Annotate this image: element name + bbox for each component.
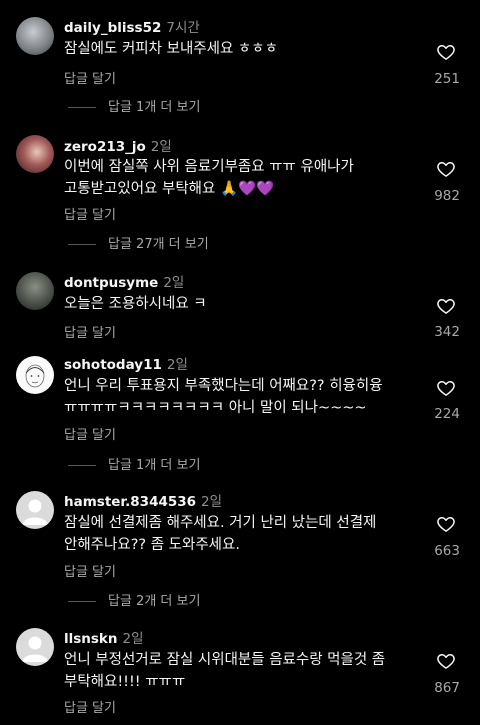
- sketch-face-icon: [25, 364, 45, 388]
- comment-text: 잠실에도 커피차 보내주세요 ㅎㅎㅎ: [64, 41, 278, 57]
- user-avatar[interactable]: [16, 17, 54, 55]
- reply-button[interactable]: 답글 달기: [64, 68, 116, 87]
- default-profile-icon: [22, 499, 48, 525]
- username[interactable]: llsnskn: [64, 631, 118, 647]
- reply-button[interactable]: 답글 달기: [64, 424, 116, 443]
- reply-button[interactable]: 답글 달기: [64, 561, 116, 580]
- divider-line: [68, 601, 96, 602]
- comment-text: 잠실에 선결제좀 해주세요. 거기 난리 났는데 선결제 안해주나요?? 좀 도…: [64, 515, 382, 553]
- comment-text: 언니 우리 투표용지 부족했다는데 어째요?? 히융히융 ㅠㅠㅠㅠㅋㅋㅋㅋㅋㅋㅋ…: [64, 378, 388, 416]
- reply-button[interactable]: 답글 달기: [64, 204, 116, 223]
- username[interactable]: daily_bliss52: [64, 20, 161, 36]
- username[interactable]: dontpusyme: [64, 275, 158, 291]
- user-avatar[interactable]: [16, 628, 54, 666]
- timestamp: 2일: [163, 275, 185, 291]
- reply-button[interactable]: 답글 달기: [64, 697, 116, 716]
- timestamp: 2일: [150, 139, 172, 155]
- user-avatar[interactable]: [16, 272, 54, 310]
- default-profile-icon: [22, 636, 48, 662]
- divider-line: [68, 107, 96, 108]
- like-count: 982: [434, 188, 460, 204]
- heart-icon[interactable]: [436, 296, 456, 316]
- like-count: 867: [434, 680, 460, 696]
- comment-text: 언니 부정선거로 잠실 시위대분들 음료수랑 먹을것 좀 부탁해요!!!! ㅠㅠ…: [64, 652, 390, 690]
- view-replies-button[interactable]: 답글 1개 더 보기: [68, 96, 200, 115]
- view-replies-button[interactable]: 답글 2개 더 보기: [68, 590, 200, 609]
- view-replies-button[interactable]: 답글 1개 더 보기: [68, 454, 200, 473]
- heart-icon[interactable]: [436, 159, 456, 179]
- view-replies-label: 답글 1개 더 보기: [108, 100, 201, 115]
- timestamp: 2일: [166, 357, 188, 373]
- heart-icon[interactable]: [436, 514, 456, 534]
- reply-button[interactable]: 답글 달기: [64, 322, 116, 341]
- view-replies-label: 답글 2개 더 보기: [108, 594, 201, 609]
- heart-icon[interactable]: [436, 651, 456, 671]
- comment-text: 오늘은 조용하시네요 ㅋ: [64, 296, 207, 312]
- view-replies-label: 답글 27개 더 보기: [108, 237, 209, 252]
- heart-icon[interactable]: [436, 42, 456, 62]
- user-avatar[interactable]: [16, 356, 54, 394]
- like-count: 663: [434, 543, 460, 559]
- timestamp: 2일: [201, 494, 223, 510]
- like-count: 224: [434, 406, 460, 422]
- like-count: 342: [434, 324, 460, 340]
- username[interactable]: zero213_jo: [64, 139, 146, 155]
- timestamp: 2일: [122, 631, 144, 647]
- divider-line: [68, 465, 96, 466]
- user-avatar[interactable]: [16, 491, 54, 529]
- like-count: 251: [434, 71, 460, 87]
- view-replies-button[interactable]: 답글 27개 더 보기: [68, 233, 209, 252]
- comment-text: 이번에 잠실쪽 사위 음료기부좀요 ㅠㅠ 유애나가 고통받고있어요 부탁해요 🙏…: [64, 159, 359, 197]
- divider-line: [68, 244, 96, 245]
- username[interactable]: sohotoday11: [64, 357, 162, 373]
- heart-icon[interactable]: [436, 378, 456, 398]
- user-avatar[interactable]: [16, 135, 54, 173]
- timestamp: 7시간: [166, 20, 200, 36]
- username[interactable]: hamster.8344536: [64, 494, 196, 510]
- view-replies-label: 답글 1개 더 보기: [108, 458, 201, 473]
